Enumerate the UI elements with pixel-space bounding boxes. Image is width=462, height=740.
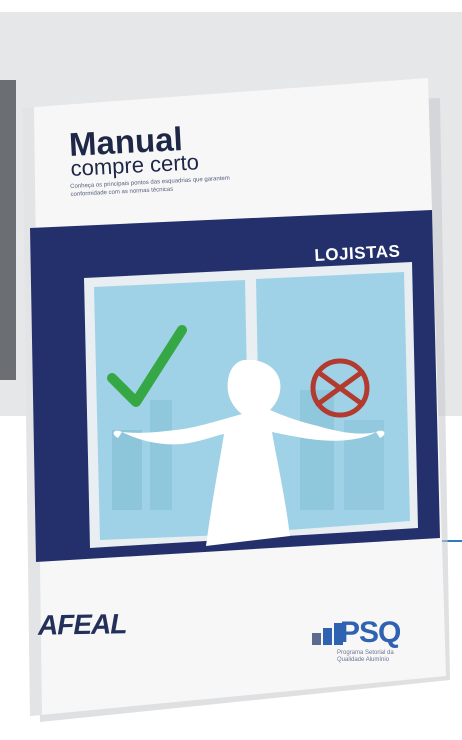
psq-logo: PSQ (340, 616, 401, 649)
afeal-logo: AFEAL (37, 608, 127, 641)
psq-caption: Programa Setorial da Qualidade Alumínio (337, 650, 394, 663)
